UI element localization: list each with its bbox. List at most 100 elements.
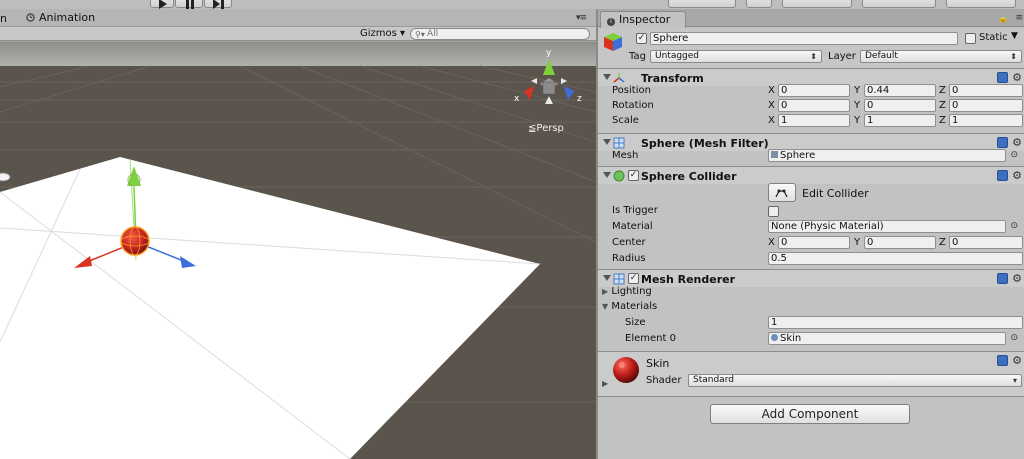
is-trigger-checkbox[interactable] [768, 206, 779, 217]
lighting-foldout[interactable]: ▶ Lighting [602, 286, 652, 297]
sphere-collider-header[interactable]: ✓ Sphere Collider ⚙ [598, 166, 1024, 184]
object-picker-icon[interactable]: ⊙ [1010, 150, 1018, 160]
position-y-label[interactable]: Y [854, 85, 860, 96]
gear-icon[interactable]: ⚙ [1012, 137, 1022, 148]
foldout-icon[interactable] [603, 275, 611, 281]
gear-icon[interactable]: ⚙ [1012, 72, 1022, 83]
help-icon[interactable] [997, 273, 1009, 284]
materials-foldout[interactable]: ▼ Materials [602, 301, 657, 312]
tab-animation[interactable]: Animation [26, 11, 95, 24]
tab-partial[interactable]: n [0, 12, 7, 25]
mesh-asset-icon [771, 151, 778, 158]
foldout-icon[interactable] [603, 139, 611, 145]
rotation-z-label[interactable]: Z [939, 100, 946, 111]
edit-collider-icon [775, 189, 788, 198]
main-toolbar [0, 0, 1024, 9]
materials-size-field[interactable]: 1 [768, 316, 1023, 329]
help-icon[interactable] [997, 72, 1009, 83]
gear-icon[interactable]: ⚙ [1012, 355, 1022, 366]
axis-label-z: z [577, 94, 582, 104]
material-preview-icon [613, 357, 639, 383]
lock-icon[interactable]: 🔒 [998, 14, 1008, 23]
object-active-checkbox[interactable]: ✓ [636, 33, 647, 44]
account-button[interactable] [782, 0, 852, 8]
play-button[interactable] [150, 0, 174, 9]
static-checkbox[interactable] [965, 33, 976, 44]
center-y-field[interactable]: 0 [864, 236, 936, 249]
tag-dropdown[interactable]: Untagged ⬍ [650, 50, 822, 63]
layers-button[interactable] [862, 0, 936, 8]
physic-material-field[interactable]: None (Physic Material) [768, 220, 1006, 233]
center-x-label[interactable]: X [768, 237, 775, 248]
static-dropdown-icon[interactable]: ▼ [1011, 31, 1018, 41]
edit-collider-button[interactable] [768, 183, 796, 202]
scale-y-field[interactable]: 1 [864, 114, 936, 127]
gear-icon[interactable]: ⚙ [1012, 273, 1022, 284]
scene-control-bar: Gizmos ▾ ⚲▾ All [0, 27, 596, 41]
shader-dropdown[interactable]: Standard ▾ [688, 374, 1022, 387]
material-name: Skin [646, 357, 670, 370]
cloud-button[interactable] [746, 0, 772, 8]
object-picker-icon[interactable]: ⊙ [1010, 221, 1018, 231]
scale-x-field[interactable]: 1 [778, 114, 850, 127]
sphere-object[interactable] [120, 226, 150, 256]
gameobject-cube-icon [604, 33, 622, 51]
layout-button[interactable] [946, 0, 1016, 8]
tag-value: Untagged [655, 51, 700, 61]
scale-x-label[interactable]: X [768, 115, 775, 126]
radius-field[interactable]: 0.5 [768, 252, 1023, 265]
position-x-field[interactable]: 0 [778, 84, 850, 97]
center-y-label[interactable]: Y [854, 237, 860, 248]
rotation-x-label[interactable]: X [768, 100, 775, 111]
mesh-renderer-header[interactable]: ✓ Mesh Renderer ⚙ [598, 269, 1024, 287]
object-header: ✓ Sphere Static ▼ Tag Untagged ⬍ Layer De… [598, 28, 1024, 68]
radius-label: Radius [612, 253, 646, 264]
object-picker-icon[interactable]: ⊙ [1010, 333, 1018, 343]
tab-inspector[interactable]: i Inspector [600, 11, 686, 28]
collab-button[interactable] [668, 0, 736, 8]
mesh-field[interactable]: Sphere [768, 149, 1006, 162]
center-z-field[interactable]: 0 [949, 236, 1023, 249]
element0-field[interactable]: Skin [768, 332, 1006, 345]
help-icon[interactable] [997, 137, 1009, 148]
persp-label[interactable]: ≦Persp [528, 123, 564, 134]
collider-enabled-checkbox[interactable]: ✓ [628, 170, 639, 181]
light-icon[interactable] [0, 172, 11, 182]
inspector-menu-icon[interactable]: ≡ [1015, 13, 1022, 23]
rotation-x-field[interactable]: 0 [778, 99, 850, 112]
mesh-label: Mesh [612, 150, 639, 161]
center-x-field[interactable]: 0 [778, 236, 850, 249]
scale-y-label[interactable]: Y [854, 115, 860, 126]
gizmos-dropdown[interactable]: Gizmos ▾ [360, 28, 405, 39]
rotation-y-field[interactable]: 0 [864, 99, 936, 112]
center-z-label[interactable]: Z [939, 237, 946, 248]
help-icon[interactable] [997, 355, 1009, 366]
help-icon[interactable] [997, 170, 1009, 181]
rotation-z-field[interactable]: 0 [949, 99, 1023, 112]
pause-button[interactable] [175, 0, 203, 9]
layer-dropdown[interactable]: Default ⬍ [860, 50, 1022, 63]
position-z-label[interactable]: Z [939, 85, 946, 96]
step-button[interactable] [204, 0, 232, 9]
scene-viewport[interactable]: y x z ≦Persp [0, 42, 596, 459]
tab-animation-label: Animation [39, 11, 96, 24]
gear-icon[interactable]: ⚙ [1012, 170, 1022, 181]
search-placeholder: All [427, 29, 439, 39]
scale-z-label[interactable]: Z [939, 115, 946, 126]
scale-z-field[interactable]: 1 [949, 114, 1023, 127]
position-x-label[interactable]: X [768, 85, 775, 96]
rotation-y-label[interactable]: Y [854, 100, 860, 111]
object-name-field[interactable]: Sphere [650, 32, 958, 45]
scene-search-input[interactable]: ⚲▾ All [410, 28, 590, 40]
size-label: Size [625, 317, 646, 328]
mesh-renderer-title: Mesh Renderer [641, 273, 736, 286]
foldout-icon[interactable] [603, 74, 611, 80]
panel-menu-icon[interactable]: ▾≡ [576, 13, 587, 23]
renderer-enabled-checkbox[interactable]: ✓ [628, 273, 639, 284]
position-z-field[interactable]: 0 [949, 84, 1023, 97]
foldout-icon[interactable] [603, 172, 611, 178]
material-foldout-icon[interactable]: ▶ [602, 379, 608, 388]
add-component-button[interactable]: Add Component [710, 404, 910, 424]
layer-label: Layer [828, 51, 856, 62]
position-y-field[interactable]: 0.44 [864, 84, 936, 97]
